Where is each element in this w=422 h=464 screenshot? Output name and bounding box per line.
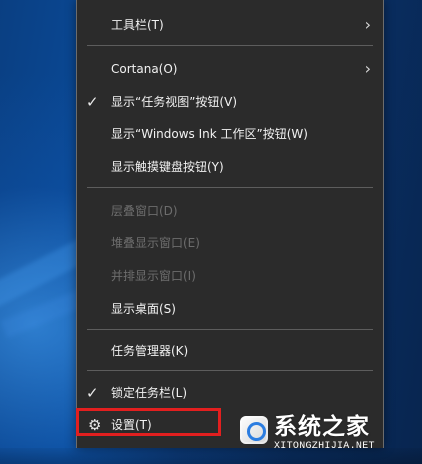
menu-item-stack-windows: 堆叠显示窗口(E) [77, 229, 383, 257]
menu-item-toolbars[interactable]: 工具栏(T) › [77, 11, 383, 39]
menu-separator [87, 370, 373, 371]
menu-item-label: 工具栏(T) [111, 18, 164, 32]
menu-item-label: 显示触摸键盘按钮(Y) [111, 160, 224, 174]
checkmark-icon: ✓ [86, 93, 99, 111]
menu-item-label: 显示“任务视图”按钮(V) [111, 95, 238, 109]
menu-item-show-desktop[interactable]: 显示桌面(S) [77, 295, 383, 323]
menu-item-label: 堆叠显示窗口(E) [111, 236, 200, 250]
watermark-brand: 系统之家 [274, 414, 370, 440]
menu-item-label: Cortana(O) [111, 62, 178, 76]
brand-logo-icon [240, 416, 268, 444]
menu-separator [87, 45, 373, 46]
menu-item-label: 层叠窗口(D) [111, 204, 178, 218]
menu-item-label: 锁定任务栏(L) [111, 386, 188, 400]
chevron-right-icon: › [364, 15, 371, 34]
checkmark-icon: ✓ [86, 384, 99, 402]
menu-item-show-task-view-button[interactable]: ✓ 显示“任务视图”按钮(V) [77, 88, 383, 116]
menu-item-cascade-windows: 层叠窗口(D) [77, 197, 383, 225]
menu-item-label: 任务管理器(K) [111, 344, 189, 358]
taskbar-context-menu: 工具栏(T) › Cortana(O) › ✓ 显示“任务视图”按钮(V) 显示… [76, 0, 384, 448]
menu-separator [87, 329, 373, 330]
menu-item-cortana[interactable]: Cortana(O) › [77, 55, 383, 83]
menu-item-task-manager[interactable]: 任务管理器(K) [77, 337, 383, 365]
menu-item-show-windows-ink-button[interactable]: 显示“Windows Ink 工作区”按钮(W) [77, 120, 383, 148]
menu-item-label: 并排显示窗口(I) [111, 269, 196, 283]
menu-separator [87, 187, 373, 188]
menu-item-label: 显示桌面(S) [111, 302, 176, 316]
menu-item-show-touch-keyboard-button[interactable]: 显示触摸键盘按钮(Y) [77, 153, 383, 181]
settings-highlight-box [76, 408, 221, 436]
chevron-right-icon: › [364, 59, 371, 78]
menu-item-side-by-side-windows: 并排显示窗口(I) [77, 262, 383, 290]
menu-item-label: 显示“Windows Ink 工作区”按钮(W) [111, 127, 308, 141]
taskbar-strip [0, 448, 422, 464]
menu-item-lock-taskbar[interactable]: ✓ 锁定任务栏(L) [77, 379, 383, 407]
